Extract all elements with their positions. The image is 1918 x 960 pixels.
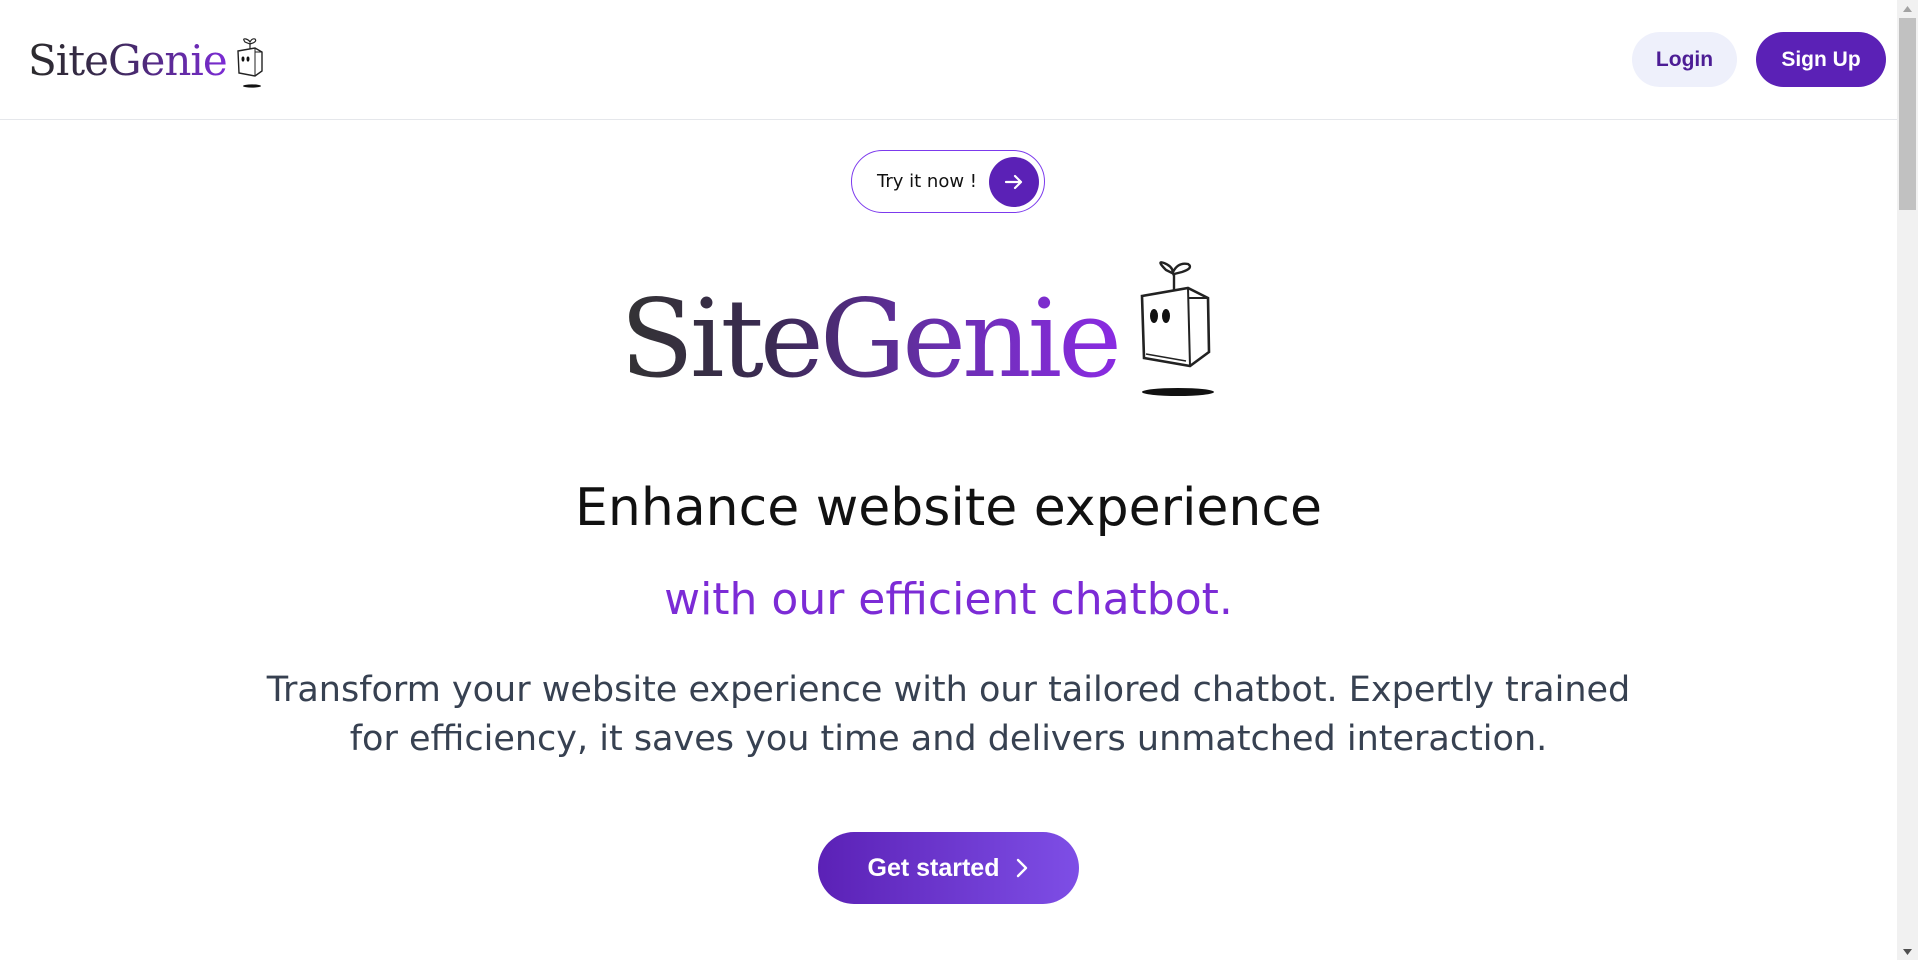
brand-logo-link[interactable]: SiteGenie [28,30,269,90]
brand-name: SiteGenie [28,40,228,90]
hero-headline: Enhance website experience [575,478,1322,538]
get-started-label: Get started [867,853,1000,882]
chevron-right-icon [1017,858,1028,878]
try-it-now-button[interactable]: Try it now ! [851,150,1045,213]
hero-logo: SiteGenie [620,260,1220,405]
scroll-down-arrow-icon[interactable] [1897,943,1918,960]
genie-mascot-icon [1140,261,1215,396]
hero-logo-text: SiteGenie [620,277,1122,402]
scrollbar-thumb[interactable] [1899,18,1916,210]
scroll-up-arrow-icon[interactable] [1897,0,1918,17]
arrow-right-icon [989,157,1039,207]
try-it-now-label: Try it now ! [877,171,977,192]
hero-description: Transform your website experience with o… [266,670,1631,759]
genie-mascot-icon [236,38,263,88]
page: SiteGenie Login Sign Up Try it now ! Sit… [0,0,1897,960]
hero-subheadline: with our efficient chatbot. [664,574,1233,625]
get-started-button[interactable]: Get started [818,832,1079,904]
signup-button[interactable]: Sign Up [1756,32,1886,87]
login-button[interactable]: Login [1632,32,1737,87]
vertical-scrollbar[interactable] [1897,0,1918,960]
site-header: SiteGenie Login Sign Up [0,0,1897,120]
